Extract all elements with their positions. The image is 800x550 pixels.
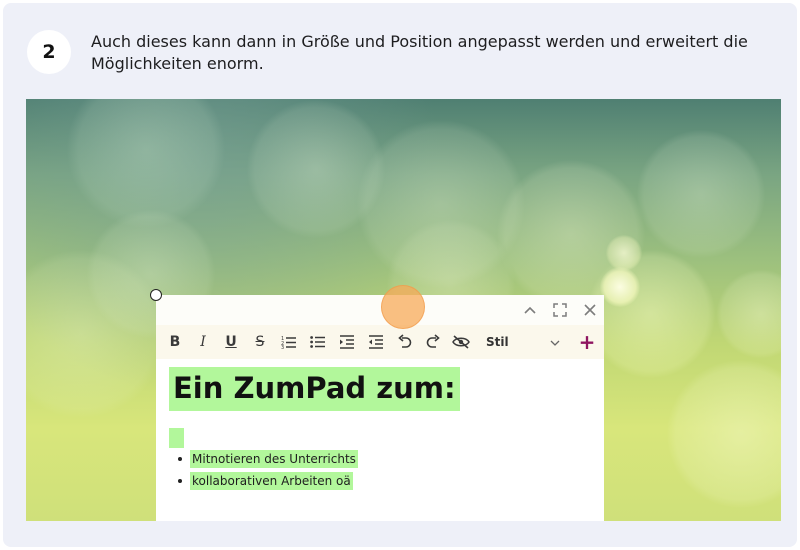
bullet-list-icon[interactable]: [305, 329, 331, 355]
list-item-text: Mitnotieren des Unterrichts: [190, 450, 358, 468]
empty-highlighted-line[interactable]: [169, 428, 184, 448]
undo-icon[interactable]: [392, 329, 418, 355]
document-title[interactable]: Ein ZumPad zum:: [169, 367, 460, 411]
style-select[interactable]: Stil: [478, 330, 566, 354]
screenshot-image: B I U S 123 Stil + Ein ZumPad zum: Mitno…: [26, 99, 781, 521]
style-select-value: Stil: [486, 335, 509, 349]
list-item-text: kollaborativen Arbeiten oä: [190, 472, 353, 490]
indent-icon[interactable]: [334, 329, 360, 355]
chevron-up-icon[interactable]: [517, 295, 543, 325]
bokeh-light: [606, 235, 642, 271]
document-bullet-list: Mitnotieren des Unterrichts kollaborativ…: [176, 448, 358, 492]
svg-text:3: 3: [281, 345, 284, 349]
hide-eye-icon[interactable]: [448, 329, 474, 355]
close-icon[interactable]: [577, 295, 603, 325]
redo-icon[interactable]: [420, 329, 446, 355]
fullscreen-icon[interactable]: [547, 295, 573, 325]
italic-button[interactable]: I: [190, 329, 216, 355]
outdent-icon[interactable]: [363, 329, 389, 355]
strikethrough-button[interactable]: S: [247, 329, 273, 355]
bokeh-light: [586, 249, 716, 379]
chevron-down-icon: [550, 335, 560, 349]
numbered-list-icon[interactable]: 123: [276, 329, 302, 355]
bokeh-light: [636, 129, 766, 259]
underline-button[interactable]: U: [218, 329, 244, 355]
bokeh-light: [600, 267, 640, 307]
editor-title-bar[interactable]: [156, 295, 604, 325]
step-card: 2 Auch dieses kann dann in Größe und Pos…: [3, 3, 797, 547]
add-button[interactable]: +: [574, 329, 600, 355]
step-description: Auch dieses kann dann in Größe und Posit…: [91, 32, 748, 73]
bokeh-light: [716, 269, 781, 359]
list-item[interactable]: Mitnotieren des Unterrichts: [176, 448, 358, 470]
editor-toolbar: B I U S 123 Stil +: [156, 325, 604, 359]
drag-indicator[interactable]: [381, 285, 425, 329]
zumpad-editor-window[interactable]: B I U S 123 Stil + Ein ZumPad zum: Mitno…: [156, 295, 604, 521]
bold-button[interactable]: B: [162, 329, 188, 355]
list-item[interactable]: kollaborativen Arbeiten oä: [176, 470, 358, 492]
resize-handle[interactable]: [150, 289, 162, 301]
step-number-badge: 2: [27, 30, 71, 74]
bokeh-light: [666, 359, 781, 509]
